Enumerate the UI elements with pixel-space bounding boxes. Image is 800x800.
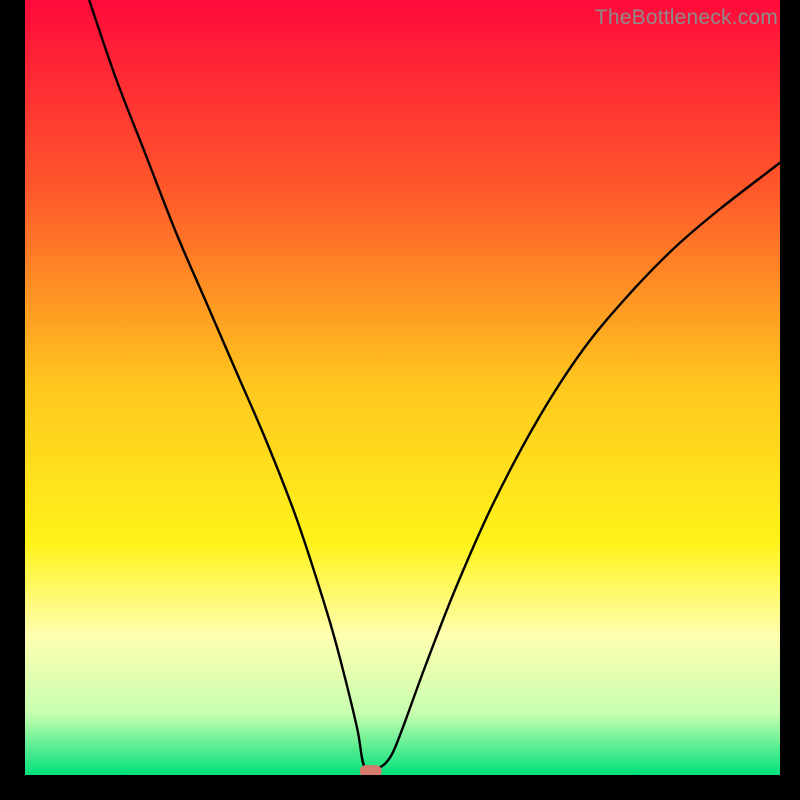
bottleneck-chart: TheBottleneck.com — [0, 0, 800, 800]
gradient-background — [25, 0, 780, 775]
watermark: TheBottleneck.com — [595, 6, 778, 30]
optimum-marker — [360, 765, 382, 775]
plot-svg — [25, 0, 780, 775]
plot-area — [25, 0, 780, 775]
